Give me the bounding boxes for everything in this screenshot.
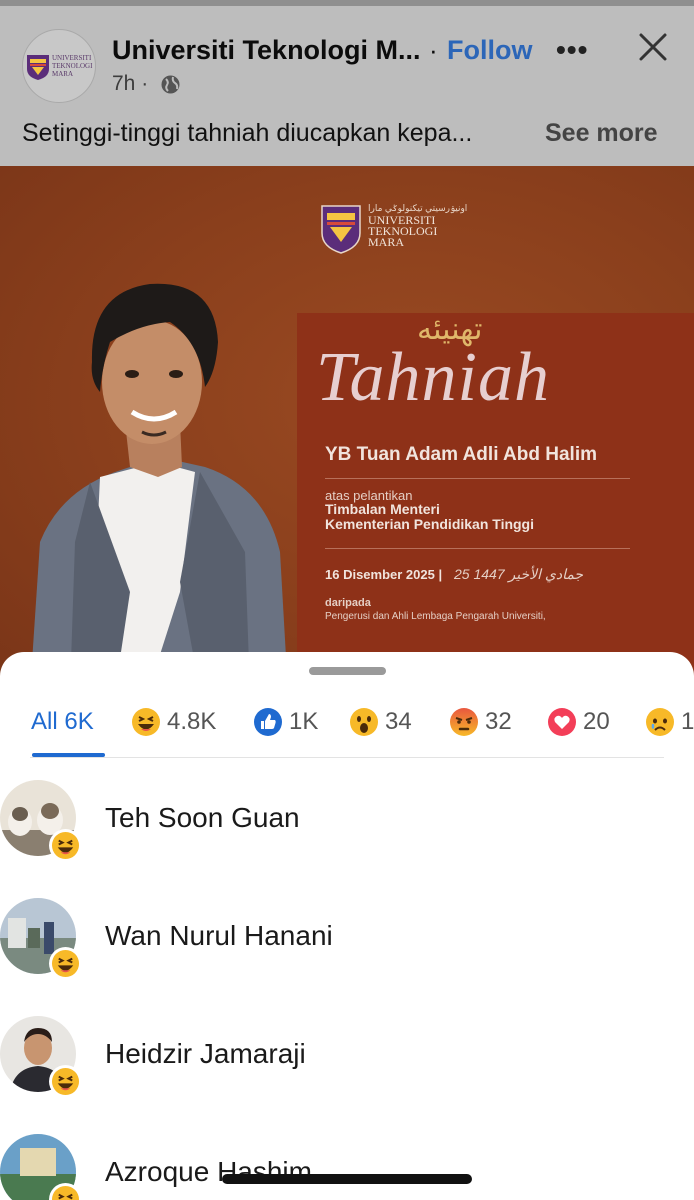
position-line-2: Kementerian Pendidikan Tinggi — [325, 516, 535, 532]
from-label: daripada — [325, 597, 371, 609]
tab-love[interactable]: 20 — [547, 692, 610, 752]
globe-icon — [161, 75, 180, 94]
user-name[interactable]: Teh Soon Guan — [105, 802, 300, 834]
angry-icon — [450, 708, 478, 736]
poster-date: 16 Disember 2025 | — [325, 567, 443, 582]
wow-icon — [350, 708, 378, 736]
haha-icon — [132, 708, 160, 736]
tab-angry-count: 32 — [485, 708, 512, 735]
post-header: UNIVERSITI TEKNOLOGI MARA Universiti Tek… — [0, 0, 694, 166]
tab-all[interactable]: All 6K — [31, 692, 94, 752]
logo-text: UNIVERSITI TEKNOLOGI MARA — [368, 214, 437, 249]
like-icon — [254, 708, 282, 736]
position-line-1: Timbalan Menteri — [325, 501, 440, 517]
reactions-sheet: All 6K 4.8K 1K 34 32 20 1 Teh Soon Guan … — [0, 652, 694, 1200]
reaction-user-row[interactable]: Azroque Hashim — [0, 1134, 694, 1200]
follow-button[interactable]: Follow — [447, 35, 532, 66]
poster-divider-1 — [325, 478, 630, 479]
poster-title: Tahniah — [316, 339, 550, 416]
reaction-user-row[interactable]: Teh Soon Guan — [0, 780, 694, 880]
tab-haha-count: 4.8K — [167, 708, 217, 735]
haha-icon — [49, 829, 82, 862]
tab-like-count: 1K — [289, 708, 319, 735]
haha-icon — [49, 1065, 82, 1098]
person-photo — [30, 283, 288, 686]
see-more-link[interactable]: See more — [545, 119, 658, 148]
top-divider — [0, 0, 694, 6]
tab-haha[interactable]: 4.8K — [131, 692, 216, 752]
tab-wow[interactable]: 34 — [349, 692, 412, 752]
logo-line-3: MARA — [368, 235, 405, 249]
post-image[interactable]: اونيۏرسيتي تيكنولوݢي مارا UNIVERSITI TEK… — [0, 166, 694, 686]
sad-icon — [646, 708, 674, 736]
name-separator: · — [429, 35, 438, 65]
from-text: Pengerusi dan Ahli Lembaga Pengarah Univ… — [325, 611, 546, 622]
haha-icon — [49, 947, 82, 980]
love-icon — [548, 708, 576, 736]
drag-handle[interactable] — [309, 667, 386, 675]
avatar-logo-text: UNIVERSITI TEKNOLOGI MARA — [52, 54, 93, 78]
page-name[interactable]: Universiti Teknologi M... — [112, 35, 421, 66]
poster-divider-2 — [325, 548, 630, 549]
reaction-tabs: All 6K 4.8K 1K 34 32 20 1 — [0, 692, 694, 758]
tab-angry[interactable]: 32 — [449, 692, 512, 752]
uitm-crest-icon — [321, 205, 361, 254]
page-avatar[interactable]: UNIVERSITI TEKNOLOGI MARA — [22, 29, 96, 103]
honoree-name: YB Tuan Adam Adli Abd Halim — [325, 444, 597, 465]
more-options-icon[interactable]: ••• — [556, 34, 588, 66]
home-indicator[interactable] — [222, 1174, 472, 1184]
close-icon[interactable] — [636, 30, 670, 64]
tab-sad-count: 1 — [681, 708, 694, 735]
tab-like[interactable]: 1K — [253, 692, 318, 752]
reaction-user-row[interactable]: Wan Nurul Hanani — [0, 898, 694, 998]
tab-sad[interactable]: 1 — [645, 692, 694, 752]
user-name[interactable]: Heidzir Jamaraji — [105, 1038, 306, 1070]
tabs-divider — [30, 757, 664, 758]
poster-date-hijri: 25 جمادي الأخير 1447 — [454, 566, 584, 582]
appointment-position: Timbalan Menteri Kementerian Pendidikan … — [325, 502, 534, 532]
post-caption: Setinggi-tinggi tahniah diucapkan kepa..… — [22, 119, 473, 147]
tab-wow-count: 34 — [385, 708, 412, 735]
tab-all-label: All 6K — [31, 708, 94, 735]
user-name[interactable]: Wan Nurul Hanani — [105, 920, 333, 952]
post-time: 7h · — [112, 72, 149, 95]
tab-love-count: 20 — [583, 708, 610, 735]
reaction-user-row[interactable]: Heidzir Jamaraji — [0, 1016, 694, 1116]
uitm-logo-icon — [27, 55, 49, 80]
